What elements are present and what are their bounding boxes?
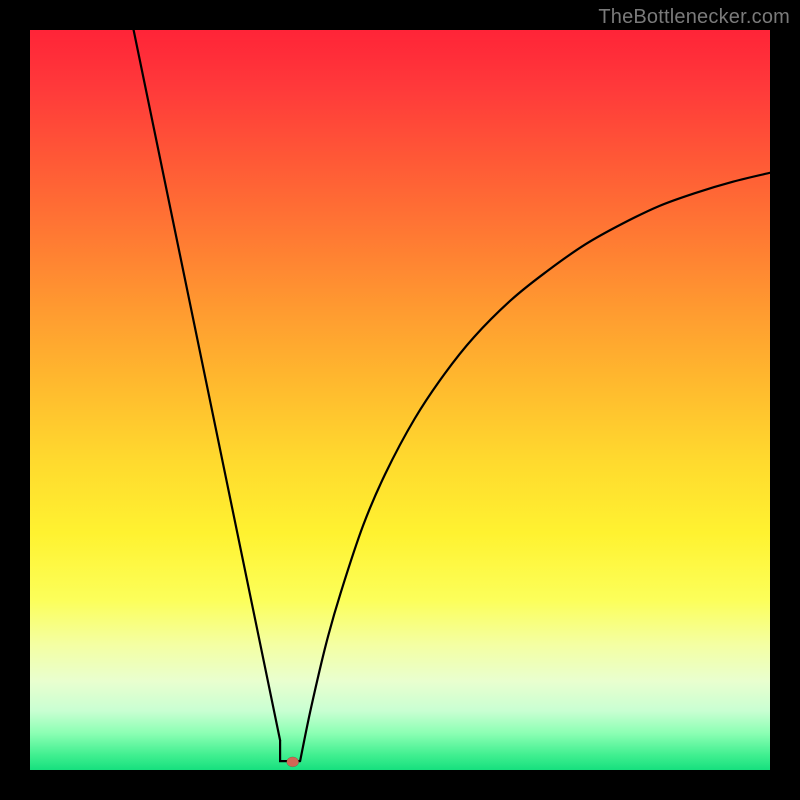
curve-svg [30,30,770,770]
curve-right [300,173,770,761]
curve-minimum-dot [287,757,299,767]
chart-stage: TheBottlenecker.com [0,0,800,800]
watermark-text: TheBottlenecker.com [598,6,790,29]
curve-left-line [134,30,281,740]
plot-area [30,30,770,770]
